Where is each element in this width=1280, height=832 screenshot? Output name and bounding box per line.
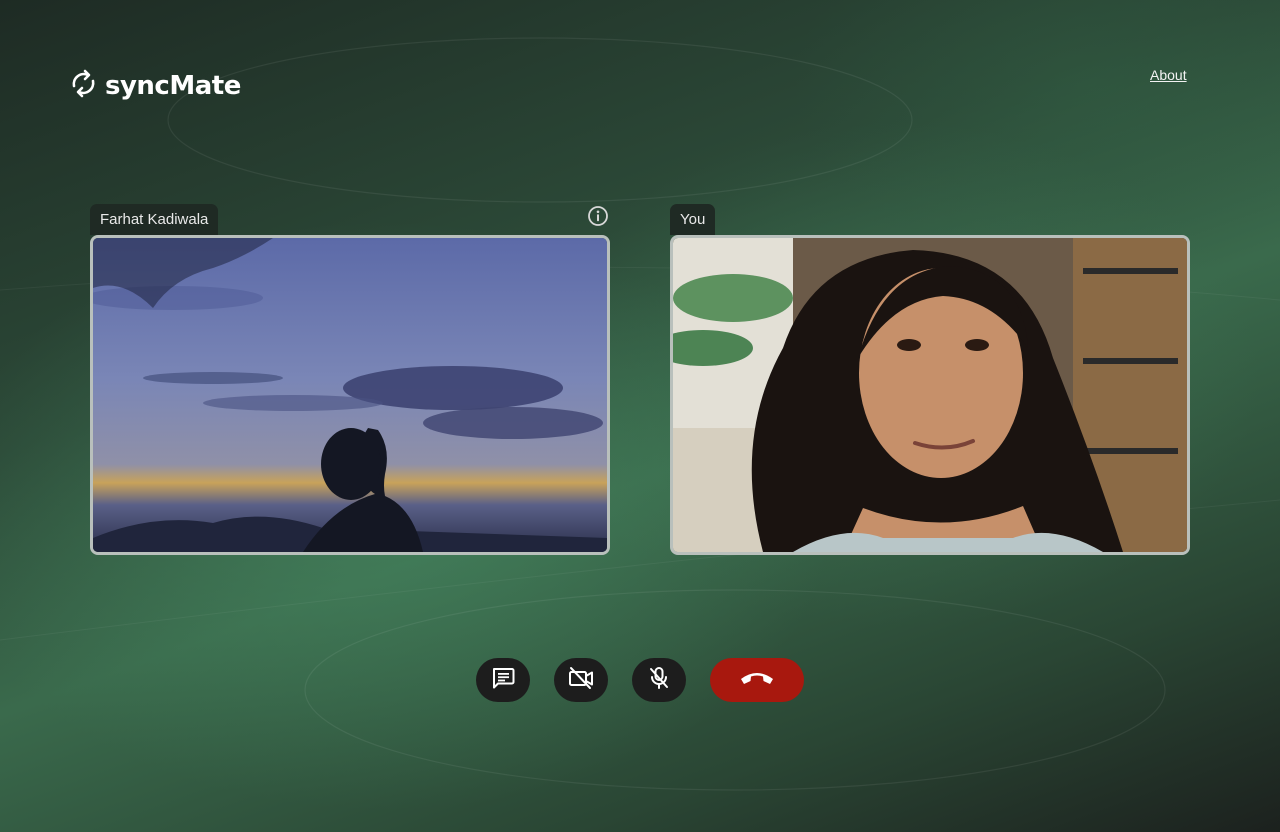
phone-hangup-icon bbox=[738, 668, 776, 693]
participant-name-remote: Farhat Kadiwala bbox=[90, 204, 219, 235]
camera-toggle-button[interactable] bbox=[554, 658, 608, 702]
chat-button[interactable] bbox=[476, 658, 530, 702]
mic-off-icon bbox=[646, 665, 672, 696]
end-call-button[interactable] bbox=[710, 658, 804, 702]
sync-arrows-icon bbox=[70, 68, 97, 104]
chat-icon bbox=[490, 665, 516, 696]
participant-name-self: You bbox=[670, 204, 716, 235]
participant-tile-remote: Farhat Kadiwala bbox=[90, 204, 610, 555]
call-controls bbox=[0, 658, 1280, 702]
app-name: syncMate bbox=[105, 71, 241, 101]
self-video-feed bbox=[670, 235, 1190, 555]
app-logo[interactable]: syncMate bbox=[70, 68, 241, 104]
camera-off-icon bbox=[567, 665, 595, 696]
info-icon[interactable] bbox=[587, 205, 609, 227]
remote-video-feed bbox=[90, 235, 610, 555]
participant-tile-self: You bbox=[670, 204, 1190, 555]
mic-toggle-button[interactable] bbox=[632, 658, 686, 702]
about-link[interactable]: About bbox=[1150, 67, 1187, 83]
